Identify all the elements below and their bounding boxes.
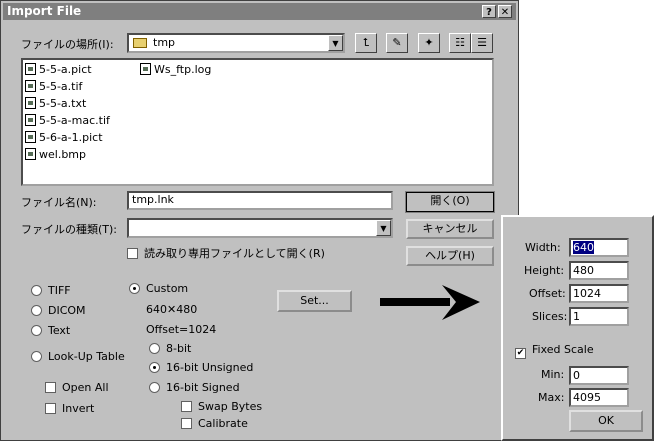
open-all-option[interactable]: Open All (45, 381, 109, 394)
filetype-label: ファイルの種類(T): (21, 223, 118, 236)
custom-dimensions: 640✕480 (146, 303, 198, 316)
list-view-icon[interactable]: ☷ (449, 33, 471, 53)
file-list[interactable]: 5-5-a.pict 5-5-a.tif 5-5-a.txt 5-5-a-mac… (21, 58, 494, 186)
list-item[interactable]: 5-6-a-1.pict (25, 131, 103, 144)
image-file-icon (25, 114, 36, 126)
width-label: Width: (525, 241, 561, 254)
title-bar: Import File ? ✕ (3, 3, 516, 20)
bitmap-file-icon (25, 148, 36, 160)
radio[interactable] (31, 285, 42, 296)
custom-offset: Offset=1024 (146, 323, 217, 336)
list-item[interactable]: 5-5-a-mac.tif (25, 114, 110, 127)
invert-option[interactable]: Invert (45, 402, 94, 415)
fixed-scale-checkbox[interactable]: ✔ (515, 348, 526, 359)
width-value: 640 (573, 241, 594, 254)
log-file-icon (140, 63, 151, 75)
text-file-icon (25, 97, 36, 109)
arrow-right-icon (380, 285, 480, 320)
help-title-button[interactable]: ? (482, 5, 496, 18)
set-button[interactable]: Set... (277, 290, 352, 312)
filename-label: ファイル名(N): (21, 196, 97, 209)
chevron-down-icon[interactable]: ▼ (328, 35, 343, 51)
calibrate-option[interactable]: Calibrate (181, 417, 248, 430)
radio[interactable] (149, 343, 160, 354)
look-in-label: ファイルの場所(I): (21, 38, 114, 51)
height-label: Height: (524, 264, 565, 277)
width-input[interactable]: 640 (569, 238, 629, 257)
bit-8[interactable]: 8-bit (149, 342, 191, 355)
format-tiff[interactable]: TIFF (31, 284, 71, 297)
details-view-icon[interactable]: ☰ (471, 33, 493, 53)
fixed-scale-option[interactable]: ✔ Fixed Scale (515, 343, 594, 359)
height-input[interactable]: 480 (569, 261, 629, 280)
bit-16-unsigned[interactable]: 16-bit Unsigned (149, 361, 253, 374)
invert-checkbox[interactable] (45, 403, 56, 414)
look-in-combo[interactable]: tmp ▼ (127, 33, 345, 53)
readonly-checkbox[interactable] (127, 248, 138, 259)
cancel-button[interactable]: キャンセル (406, 219, 494, 239)
format-lookup-table[interactable]: Look-Up Table (31, 350, 125, 363)
chevron-down-icon[interactable]: ▼ (376, 220, 391, 236)
custom-settings-panel: Width: 640 Height: 480 Offset: 1024 Slic… (501, 215, 654, 441)
swap-bytes-checkbox[interactable] (181, 401, 192, 412)
close-title-button[interactable]: ✕ (498, 5, 512, 18)
open-button[interactable]: 開く(O) (405, 191, 495, 213)
format-dicom[interactable]: DICOM (31, 304, 86, 317)
radio[interactable] (31, 351, 42, 362)
offset-label: Offset: (529, 287, 566, 300)
desktop-icon[interactable]: ✎ (386, 33, 408, 53)
max-input[interactable]: 4095 (569, 388, 629, 407)
radio-selected[interactable] (149, 362, 160, 373)
min-input[interactable]: 0 (569, 366, 629, 385)
max-label: Max: (538, 391, 565, 404)
folder-icon (133, 38, 147, 48)
help-button[interactable]: ヘルプ(H) (406, 246, 494, 266)
slices-label: Slices: (532, 310, 568, 323)
format-custom[interactable]: Custom (129, 282, 188, 295)
filename-input[interactable]: tmp.lnk (127, 191, 393, 210)
open-all-checkbox[interactable] (45, 382, 56, 393)
filetype-combo[interactable]: ▼ (127, 218, 393, 238)
min-label: Min: (541, 368, 565, 381)
new-folder-icon[interactable]: ✦ (418, 33, 440, 53)
radio-selected[interactable] (129, 283, 140, 294)
image-file-icon (25, 63, 36, 75)
readonly-option[interactable]: 読み取り専用ファイルとして開く(R) (127, 245, 325, 261)
bit-16-signed[interactable]: 16-bit Signed (149, 381, 240, 394)
up-folder-icon[interactable]: ⮤ (355, 33, 377, 53)
list-item[interactable]: 5-5-a.pict (25, 63, 92, 76)
swap-bytes-option[interactable]: Swap Bytes (181, 400, 262, 413)
list-item[interactable]: Ws_ftp.log (140, 63, 211, 76)
dialog-title: Import File (7, 4, 82, 18)
radio[interactable] (31, 325, 42, 336)
slices-input[interactable]: 1 (569, 307, 629, 326)
radio[interactable] (31, 305, 42, 316)
list-item[interactable]: 5-5-a.txt (25, 97, 86, 110)
import-file-dialog: Import File ? ✕ ファイルの場所(I): tmp ▼ ⮤ ✎ ✦ … (0, 0, 519, 441)
look-in-value: tmp (153, 36, 176, 49)
offset-input[interactable]: 1024 (569, 284, 629, 303)
list-item[interactable]: 5-5-a.tif (25, 80, 82, 93)
format-text[interactable]: Text (31, 324, 70, 337)
image-file-icon (25, 131, 36, 143)
ok-button[interactable]: OK (569, 410, 643, 432)
radio[interactable] (149, 382, 160, 393)
calibrate-checkbox[interactable] (181, 418, 192, 429)
image-file-icon (25, 80, 36, 92)
list-item[interactable]: wel.bmp (25, 148, 86, 161)
